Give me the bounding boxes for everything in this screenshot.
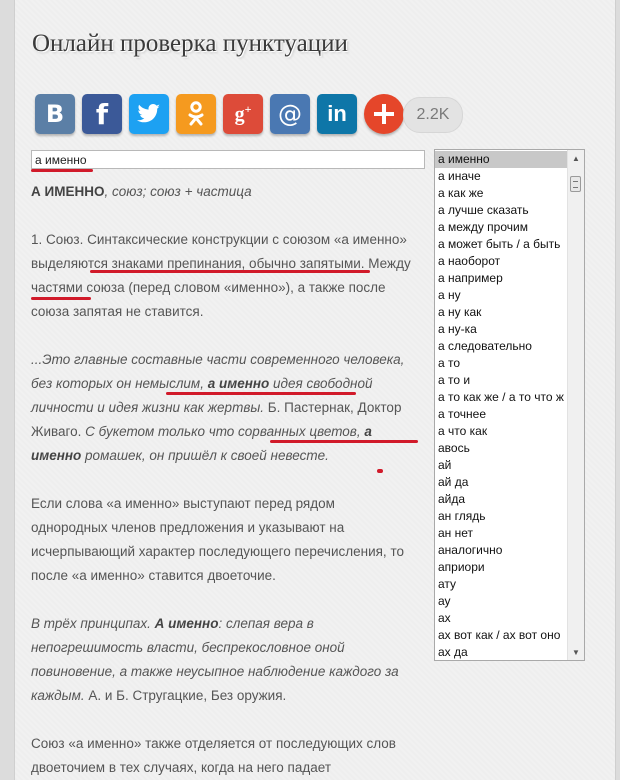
list-item[interactable]: а следовательно	[435, 338, 569, 355]
definition-head: А ИМЕННО	[31, 184, 105, 199]
annotation-underline	[90, 270, 370, 273]
example-paragraph-1: ...Это главные составные части современн…	[31, 348, 415, 468]
scroll-down-icon[interactable]: ▼	[568, 644, 584, 660]
list-item[interactable]: ан нет	[435, 525, 569, 542]
list-item[interactable]: ай	[435, 457, 569, 474]
list-item[interactable]: авось	[435, 440, 569, 457]
example-text-a: В трёх принципах.	[31, 616, 155, 631]
list-item[interactable]: а ну как	[435, 304, 569, 321]
search-underline	[31, 169, 93, 172]
list-item[interactable]: ан глядь	[435, 508, 569, 525]
example-text-d: ромашек, он пришёл к своей невесте.	[81, 448, 329, 463]
vk-button[interactable]: В	[35, 94, 75, 134]
list-item[interactable]: ау	[435, 593, 569, 610]
facebook-button[interactable]: f	[82, 94, 122, 134]
list-item[interactable]: ах да	[435, 644, 569, 660]
annotation-underline	[166, 392, 356, 395]
annotation-underline	[270, 440, 418, 443]
word-list: а именно а иначе а как же а лучше сказать а …	[435, 151, 569, 660]
list-item[interactable]: а лучше сказать	[435, 202, 569, 219]
annotation-dot	[377, 469, 383, 473]
rule-paragraph-2: Если слова «а именно» выступают перед ря…	[31, 496, 404, 583]
plus-icon	[374, 104, 394, 124]
googleplus-icon: g+	[234, 101, 252, 126]
rule-paragraph-1: 1. Союз. Синтаксические конструкции с со…	[31, 228, 415, 324]
list-item[interactable]: ах вот как / ах вот оно	[435, 627, 569, 644]
scroll-up-icon[interactable]: ▲	[568, 150, 584, 166]
list-item[interactable]: априори	[435, 559, 569, 576]
annotation-underline	[31, 297, 91, 300]
list-item[interactable]: а то и	[435, 372, 569, 389]
list-item[interactable]: а ну-ка	[435, 321, 569, 338]
list-item[interactable]: а то как же / а то что ж	[435, 389, 569, 406]
example-source: А. и Б. Стругацкие, Без оружия.	[84, 688, 287, 703]
list-item[interactable]: а иначе	[435, 168, 569, 185]
listbox-scrollbar[interactable]: ▲ ▼	[567, 150, 584, 660]
list-item[interactable]: а может быть / а быть	[435, 236, 569, 253]
twitter-button[interactable]	[129, 94, 169, 134]
list-item[interactable]: а именно	[435, 151, 569, 168]
linkedin-icon: in	[327, 101, 347, 126]
odnoklassniki-icon	[188, 101, 204, 126]
list-item[interactable]: ай да	[435, 474, 569, 491]
definition-line: А ИМЕННО, союз; союз + частица	[31, 180, 252, 204]
share-count: 2.2K	[403, 97, 463, 133]
list-item[interactable]: айда	[435, 491, 569, 508]
word-listbox[interactable]: а именно а иначе а как же а лучше сказать а …	[434, 149, 585, 661]
list-item[interactable]: а наоборот	[435, 253, 569, 270]
mail-button[interactable]: @	[270, 94, 310, 134]
list-item[interactable]: а ну	[435, 287, 569, 304]
linkedin-button[interactable]: in	[317, 94, 357, 134]
rule-paragraph-3: Союз «а именно» также отделяется от посл…	[31, 736, 396, 775]
list-item[interactable]: а точнее	[435, 406, 569, 423]
keyword: А именно	[154, 616, 219, 631]
example-text-c: С букетом только что сорванных цветов,	[81, 424, 365, 439]
keyword: а именно	[207, 376, 270, 391]
list-item[interactable]: а что как	[435, 423, 569, 440]
list-item[interactable]: а например	[435, 270, 569, 287]
rule-text-a: 1. Союз. Синтаксические конструкции с со…	[31, 232, 407, 271]
at-sign-icon: @	[278, 100, 302, 128]
list-item[interactable]: ату	[435, 576, 569, 593]
scroll-thumb[interactable]	[570, 176, 581, 192]
more-button[interactable]	[364, 94, 404, 134]
twitter-icon	[137, 104, 160, 123]
list-item[interactable]: а то	[435, 355, 569, 372]
page-title: Онлайн проверка пунктуации	[32, 30, 348, 57]
vk-icon: В	[45, 100, 65, 128]
search-input[interactable]	[31, 150, 425, 169]
list-item[interactable]: ах	[435, 610, 569, 627]
list-item[interactable]: а между прочим	[435, 219, 569, 236]
list-item[interactable]: а как же	[435, 185, 569, 202]
odnoklassniki-button[interactable]	[176, 94, 216, 134]
example-paragraph-2: В трёх принципах. А именно: слепая вера …	[31, 612, 415, 708]
facebook-icon: f	[95, 97, 109, 131]
googleplus-button[interactable]: g+	[223, 94, 263, 134]
list-item[interactable]: аналогично	[435, 542, 569, 559]
definition-grammar: , союз; союз + частица	[104, 184, 252, 199]
